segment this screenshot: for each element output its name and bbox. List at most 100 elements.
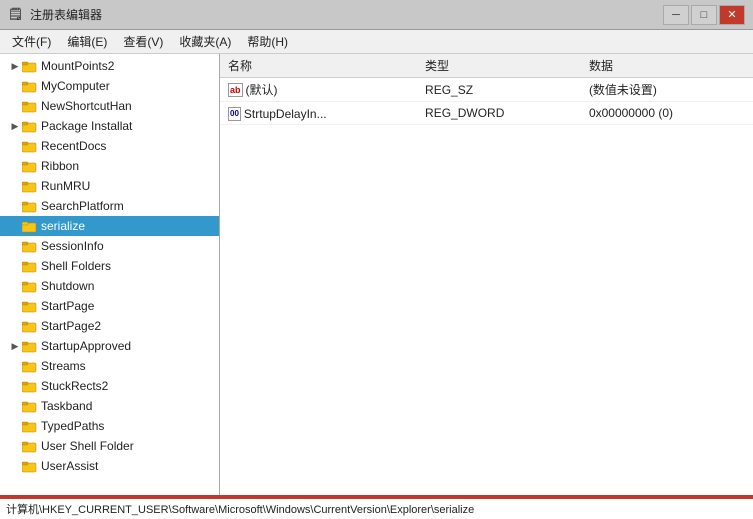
tree-item-label: Shutdown xyxy=(41,279,94,293)
app-icon: 🗒 xyxy=(8,7,24,23)
tree-item-label: StartPage2 xyxy=(41,319,101,333)
maximize-button[interactable]: □ xyxy=(691,5,717,25)
folder-icon xyxy=(22,379,38,393)
tree-item-label: StartPage xyxy=(41,299,94,313)
tree-expand-icon xyxy=(8,219,22,233)
tree-expand-icon xyxy=(8,199,22,213)
tree-item-label: Ribbon xyxy=(41,159,79,173)
reg-type: REG_DWORD xyxy=(417,102,581,125)
menu-bar: 文件(F) 编辑(E) 查看(V) 收藏夹(A) 帮助(H) xyxy=(0,30,753,54)
tree-item-label: Streams xyxy=(41,359,86,373)
menu-view[interactable]: 查看(V) xyxy=(115,31,171,52)
registry-table: 名称 类型 数据 ab(默认)REG_SZ(数值未设置)00StrtupDela… xyxy=(220,54,753,125)
status-bar: 计算机\HKEY_CURRENT_USER\Software\Microsoft… xyxy=(0,497,753,519)
tree-expand-icon xyxy=(8,139,22,153)
menu-favorites[interactable]: 收藏夹(A) xyxy=(171,31,239,52)
tree-item-user-shell-folder[interactable]: User Shell Folder xyxy=(0,436,219,456)
tree-item-shell-folders[interactable]: Shell Folders xyxy=(0,256,219,276)
tree-item-label: RunMRU xyxy=(41,179,90,193)
tree-expand-icon xyxy=(8,299,22,313)
tree-item-label: MountPoints2 xyxy=(41,59,114,73)
title-bar-left: 🗒 注册表编辑器 xyxy=(8,6,102,23)
tree-item-label: StuckRects2 xyxy=(41,379,108,393)
reg-name: 00StrtupDelayIn... xyxy=(220,102,417,125)
tree-expand-icon xyxy=(8,419,22,433)
folder-icon xyxy=(22,99,38,113)
menu-edit[interactable]: 编辑(E) xyxy=(59,31,115,52)
main-container: ▶ MountPoints2 MyComputer NewShortcutHan… xyxy=(0,54,753,519)
folder-icon xyxy=(22,159,38,173)
folder-icon xyxy=(22,439,38,453)
tree-item-userassist[interactable]: UserAssist xyxy=(0,456,219,476)
folder-icon xyxy=(22,399,38,413)
reg-data: (数值未设置) xyxy=(581,78,753,102)
menu-file[interactable]: 文件(F) xyxy=(4,31,59,52)
folder-icon xyxy=(22,219,38,233)
window-title: 注册表编辑器 xyxy=(30,6,102,23)
tree-item-taskband[interactable]: Taskband xyxy=(0,396,219,416)
registry-tree[interactable]: ▶ MountPoints2 MyComputer NewShortcutHan… xyxy=(0,54,220,497)
folder-icon xyxy=(22,339,38,353)
tree-item-label: TypedPaths xyxy=(41,419,104,433)
dword-icon: 00 xyxy=(228,107,241,121)
tree-item-streams[interactable]: Streams xyxy=(0,356,219,376)
tree-expand-icon xyxy=(8,439,22,453)
folder-icon xyxy=(22,259,38,273)
registry-values-panel: 名称 类型 数据 ab(默认)REG_SZ(数值未设置)00StrtupDela… xyxy=(220,54,753,497)
tree-item-typedpaths[interactable]: TypedPaths xyxy=(0,416,219,436)
tree-expand-icon xyxy=(8,179,22,193)
tree-item-shutdown[interactable]: Shutdown xyxy=(0,276,219,296)
tree-expand-icon: ▶ xyxy=(8,339,22,353)
title-bar-controls: ─ □ ✕ xyxy=(663,5,745,25)
tree-item-sessioninfo[interactable]: SessionInfo xyxy=(0,236,219,256)
title-bar: 🗒 注册表编辑器 ─ □ ✕ xyxy=(0,0,753,30)
tree-item-stuckrects2[interactable]: StuckRects2 xyxy=(0,376,219,396)
tree-item-searchplatform[interactable]: SearchPlatform xyxy=(0,196,219,216)
close-button[interactable]: ✕ xyxy=(719,5,745,25)
folder-icon xyxy=(22,139,38,153)
reg-type: REG_SZ xyxy=(417,78,581,102)
folder-icon xyxy=(22,299,38,313)
tree-item-recentdocs[interactable]: RecentDocs xyxy=(0,136,219,156)
ab-icon: ab xyxy=(228,83,243,97)
folder-icon xyxy=(22,459,38,473)
tree-expand-icon xyxy=(8,259,22,273)
tree-item-label: NewShortcutHan xyxy=(41,99,132,113)
tree-item-label: RecentDocs xyxy=(41,139,106,153)
folder-icon xyxy=(22,79,38,93)
tree-expand-icon: ▶ xyxy=(8,59,22,73)
tree-item-mountpoints2[interactable]: ▶ MountPoints2 xyxy=(0,56,219,76)
table-row[interactable]: 00StrtupDelayIn...REG_DWORD0x00000000 (0… xyxy=(220,102,753,125)
tree-item-startpage[interactable]: StartPage xyxy=(0,296,219,316)
tree-item-runmru[interactable]: RunMRU xyxy=(0,176,219,196)
tree-expand-icon xyxy=(8,459,22,473)
tree-item-mycomputer[interactable]: MyComputer xyxy=(0,76,219,96)
tree-item-package-installat[interactable]: ▶ Package Installat xyxy=(0,116,219,136)
folder-icon xyxy=(22,239,38,253)
reg-name-text: StrtupDelayIn... xyxy=(244,107,327,121)
folder-icon xyxy=(22,199,38,213)
tree-item-label: SessionInfo xyxy=(41,239,104,253)
tree-item-label: Taskband xyxy=(41,399,92,413)
tree-item-ribbon[interactable]: Ribbon xyxy=(0,156,219,176)
minimize-button[interactable]: ─ xyxy=(663,5,689,25)
tree-item-label: Package Installat xyxy=(41,119,132,133)
tree-item-startupapproved[interactable]: ▶ StartupApproved xyxy=(0,336,219,356)
menu-help[interactable]: 帮助(H) xyxy=(239,31,296,52)
tree-item-startpage2[interactable]: StartPage2 xyxy=(0,316,219,336)
folder-icon xyxy=(22,179,38,193)
tree-expand-icon xyxy=(8,359,22,373)
tree-item-newshortcuthan[interactable]: NewShortcutHan xyxy=(0,96,219,116)
tree-item-label: serialize xyxy=(41,219,85,233)
tree-item-label: User Shell Folder xyxy=(41,439,134,453)
tree-item-label: Shell Folders xyxy=(41,259,111,273)
folder-icon xyxy=(22,279,38,293)
status-path: 计算机\HKEY_CURRENT_USER\Software\Microsoft… xyxy=(6,501,474,517)
folder-icon xyxy=(22,59,38,73)
tree-item-label: SearchPlatform xyxy=(41,199,124,213)
tree-item-label: UserAssist xyxy=(41,459,98,473)
tree-item-serialize[interactable]: serialize xyxy=(0,216,219,236)
reg-data: 0x00000000 (0) xyxy=(581,102,753,125)
content-area: ▶ MountPoints2 MyComputer NewShortcutHan… xyxy=(0,54,753,497)
table-row[interactable]: ab(默认)REG_SZ(数值未设置) xyxy=(220,78,753,102)
